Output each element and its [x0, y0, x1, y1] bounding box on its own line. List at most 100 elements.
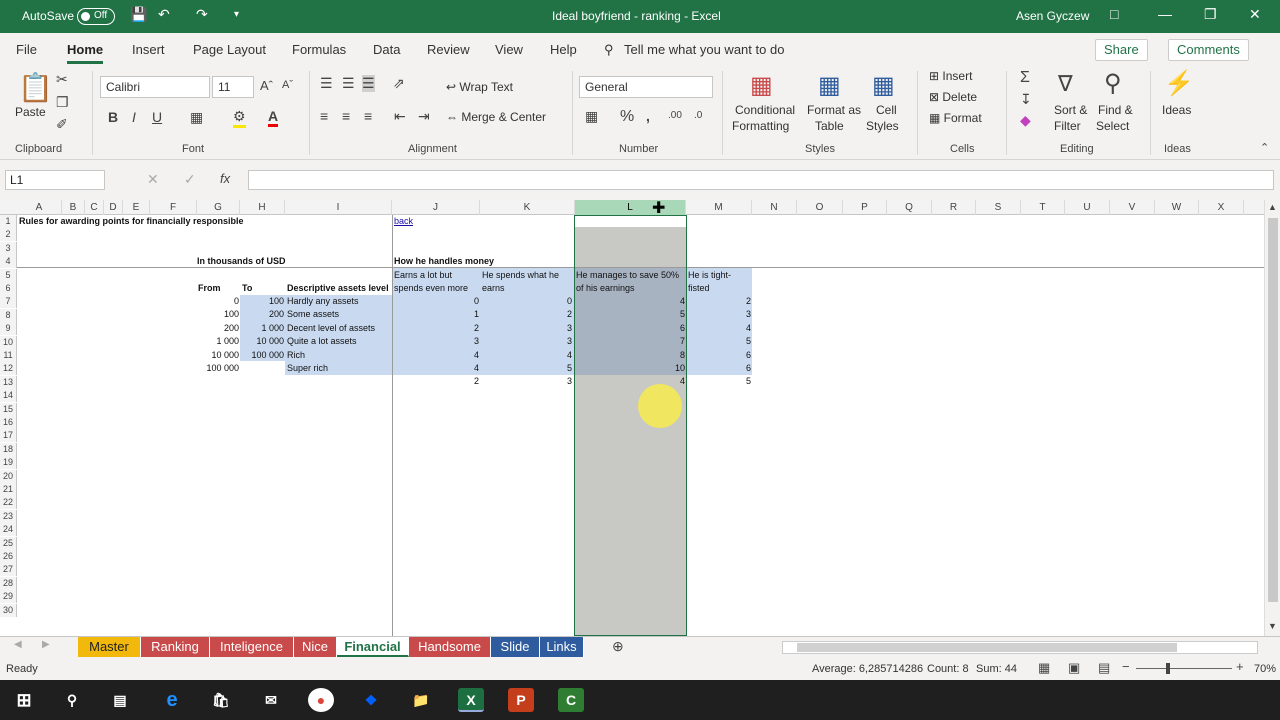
- column-header[interactable]: E: [123, 200, 150, 215]
- cut-icon[interactable]: ✂: [56, 71, 68, 88]
- decrease-decimal-icon[interactable]: .0: [694, 110, 702, 121]
- column-header[interactable]: T: [1021, 200, 1065, 215]
- decrease-font-icon[interactable]: Aˇ: [282, 79, 293, 91]
- column-header[interactable]: M: [686, 200, 752, 215]
- find-select-icon[interactable]: ⚲: [1104, 69, 1122, 98]
- row-header[interactable]: 13: [0, 375, 17, 389]
- column-header[interactable]: B: [62, 200, 85, 215]
- zoom-slider-thumb[interactable]: [1166, 663, 1170, 674]
- page-layout-view-icon[interactable]: ▣: [1068, 660, 1080, 676]
- sort-filter-icon[interactable]: ∇: [1058, 71, 1073, 97]
- task-view-icon[interactable]: ▤: [107, 688, 133, 712]
- row-header[interactable]: 22: [0, 496, 17, 510]
- close-icon[interactable]: ✕: [1249, 6, 1261, 23]
- bold-icon[interactable]: B: [108, 109, 118, 125]
- align-top-icon[interactable]: ☰: [320, 75, 333, 92]
- row-header[interactable]: 5: [0, 268, 17, 282]
- column-header[interactable]: N: [752, 200, 797, 215]
- store-icon[interactable]: 🛍: [208, 688, 234, 712]
- column-header[interactable]: A: [17, 200, 62, 215]
- worksheet-grid[interactable]: ABCDEFGHIJKLMNOPQRSTUVWX 1 2 3 4 5 6 7 8 9 10 11 12…: [0, 200, 1264, 636]
- format-as-label[interactable]: Format as: [807, 103, 861, 117]
- fill-icon[interactable]: ↧: [1020, 91, 1032, 108]
- column-header[interactable]: I: [285, 200, 392, 215]
- sheet-tab-master[interactable]: Master: [78, 637, 141, 657]
- table-label[interactable]: Table: [815, 119, 844, 133]
- sheet-tab-financial[interactable]: Financial: [337, 637, 409, 657]
- sheet-tab-ranking[interactable]: Ranking: [141, 637, 210, 657]
- select-label[interactable]: Select: [1096, 119, 1129, 133]
- scroll-up-icon[interactable]: ▲: [1268, 202, 1277, 212]
- increase-font-icon[interactable]: Aˆ: [260, 78, 273, 93]
- row-header[interactable]: 15: [0, 402, 17, 416]
- paste-icon[interactable]: 📋: [18, 71, 53, 104]
- row-header[interactable]: 2: [0, 228, 17, 242]
- row-header[interactable]: 16: [0, 416, 17, 429]
- delete-cells-button[interactable]: ⊠ Delete: [929, 90, 977, 104]
- fill-color-icon[interactable]: ⚙: [233, 108, 246, 128]
- column-header[interactable]: Q: [887, 200, 932, 215]
- powerpoint-taskbar-icon[interactable]: P: [508, 688, 534, 712]
- cell-label[interactable]: Cell: [876, 103, 897, 117]
- column-header[interactable]: D: [104, 200, 123, 215]
- column-header[interactable]: X: [1199, 200, 1244, 215]
- comma-style-icon[interactable]: ,: [646, 108, 650, 124]
- italic-icon[interactable]: I: [132, 109, 136, 125]
- tab-review[interactable]: Review: [427, 42, 470, 57]
- restore-icon[interactable]: ❐: [1204, 6, 1217, 23]
- taskbar-search-icon[interactable]: ⚲: [59, 688, 85, 712]
- undo-icon[interactable]: ↶: [158, 6, 170, 23]
- accounting-format-icon[interactable]: ▦: [585, 108, 598, 125]
- row-header[interactable]: 10: [0, 335, 17, 349]
- format-cells-button[interactable]: ▦ Format: [929, 111, 982, 125]
- comments-button[interactable]: Comments: [1168, 39, 1249, 61]
- ideas-label[interactable]: Ideas: [1162, 103, 1191, 117]
- zoom-in-icon[interactable]: +: [1236, 659, 1244, 674]
- column-header[interactable]: V: [1110, 200, 1155, 215]
- column-header[interactable]: P: [843, 200, 887, 215]
- copy-icon[interactable]: ❐: [56, 94, 69, 111]
- align-bottom-icon[interactable]: ☰: [362, 75, 375, 92]
- column-header[interactable]: S: [976, 200, 1021, 215]
- conditional-label[interactable]: Conditional: [735, 103, 795, 117]
- back-link[interactable]: back: [394, 215, 413, 228]
- column-header[interactable]: W: [1155, 200, 1199, 215]
- add-sheet-icon[interactable]: ⊕: [612, 638, 624, 655]
- camtasia-taskbar-icon[interactable]: C: [558, 688, 584, 712]
- underline-icon[interactable]: U: [152, 109, 162, 125]
- column-header[interactable]: K: [480, 200, 575, 215]
- horizontal-scrollbar[interactable]: [782, 641, 1258, 654]
- row-header[interactable]: 19: [0, 456, 17, 470]
- row-header[interactable]: 4: [0, 255, 17, 269]
- collapse-ribbon-icon[interactable]: ⌃: [1260, 141, 1269, 154]
- row-header[interactable]: 27: [0, 563, 17, 577]
- conditional-formatting-icon[interactable]: ▦: [750, 71, 773, 100]
- percent-icon[interactable]: %: [620, 108, 634, 126]
- align-right-icon[interactable]: ≡: [364, 108, 372, 124]
- file-explorer-icon[interactable]: 📁: [408, 688, 434, 712]
- sheet-tab-inteligence[interactable]: Inteligence: [210, 637, 294, 657]
- cancel-icon[interactable]: ✕: [147, 171, 159, 188]
- row-header[interactable]: 25: [0, 536, 17, 550]
- orientation-icon[interactable]: ⇗: [393, 75, 405, 92]
- row-header[interactable]: 17: [0, 429, 17, 443]
- tab-home[interactable]: Home: [67, 42, 104, 64]
- row-header[interactable]: 29: [0, 590, 17, 604]
- column-header[interactable]: R: [932, 200, 976, 215]
- user-name[interactable]: Asen Gyczew: [1016, 9, 1089, 23]
- insert-function-icon[interactable]: fx: [220, 171, 230, 186]
- column-header[interactable]: L: [575, 200, 686, 215]
- row-header[interactable]: 7: [0, 295, 17, 309]
- increase-decimal-icon[interactable]: .00: [668, 110, 682, 121]
- column-header[interactable]: C: [85, 200, 104, 215]
- tell-me-search[interactable]: Tell me what you want to do: [624, 42, 784, 57]
- autosum-icon[interactable]: Σ: [1020, 69, 1030, 87]
- prev-sheet-icon[interactable]: ◀: [14, 639, 22, 650]
- insert-cells-button[interactable]: ⊞ Insert: [929, 69, 972, 83]
- increase-indent-icon[interactable]: ⇥: [418, 108, 430, 125]
- paste-label[interactable]: Paste: [15, 105, 46, 119]
- column-header[interactable]: H: [240, 200, 285, 215]
- chrome-icon[interactable]: ●: [308, 688, 334, 712]
- column-header[interactable]: U: [1065, 200, 1110, 215]
- column-header[interactable]: G: [197, 200, 240, 215]
